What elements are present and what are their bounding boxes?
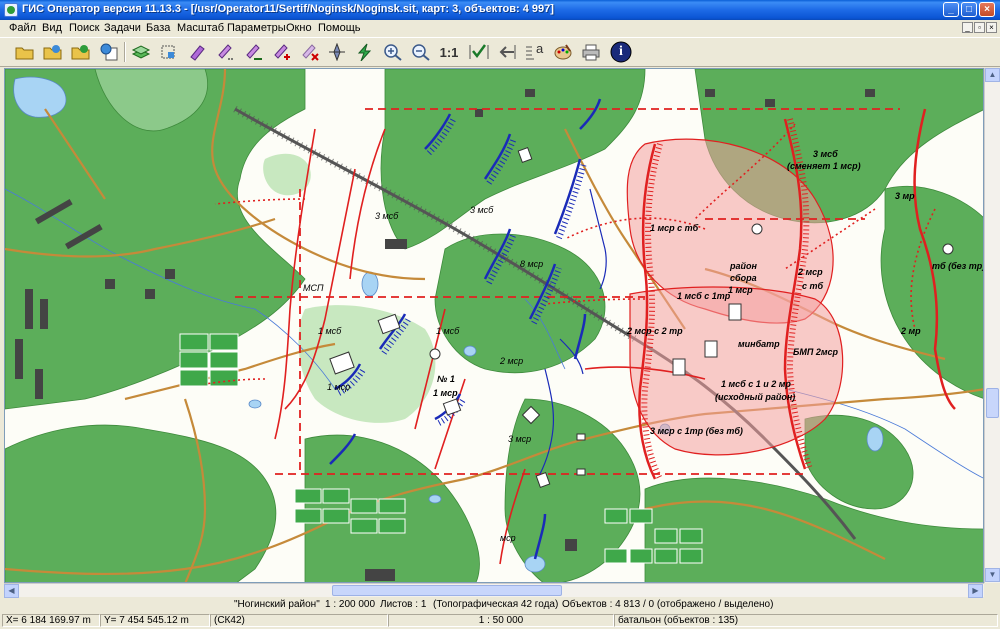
back-arrow-icon[interactable] [496,41,518,63]
menu-window[interactable]: Окно [286,22,312,34]
title-bar[interactable]: ГИС Оператор версия 11.13.3 - [/usr/Oper… [0,0,1000,20]
status-x-coord: X= 6 184 169.97 m [2,614,100,627]
menu-view[interactable]: Вид [42,22,62,34]
info-glyph: i [619,44,623,59]
map-label: район [729,261,757,271]
map-label: 1 мср [433,388,458,398]
map-label: 3 мр [895,191,915,201]
map-label: МСП [303,283,324,293]
map-label: 2 мр [900,326,921,336]
status-objects: Объектов : 4 813 / 0 (отображено / выдел… [562,599,774,610]
layers-icon[interactable] [130,41,152,63]
menu-file[interactable]: Файл [9,22,36,34]
text-tool-button[interactable]: a [524,41,546,63]
open-folder-icon[interactable] [14,41,36,63]
map-label: мср [500,533,516,543]
map-label: тб (без тр) [932,261,984,271]
menu-bar: Файл Вид Поиск Задачи База Масштаб Парам… [0,20,1000,37]
map-label: (исходный район) [715,392,795,402]
map-label: 3 мср с 1тр (без тб) [650,426,743,436]
map-label: 3 мсб [813,149,838,159]
status-scale: 1 : 200 000 [325,599,376,610]
close-button[interactable]: × [979,2,995,17]
scroll-right-arrow-icon[interactable]: ▶ [968,584,983,598]
map-label: минбатр [738,339,780,349]
vertical-scroll-thumb[interactable] [986,388,999,418]
mdi-close-button[interactable]: × [986,22,997,33]
marker-pen-delete-icon[interactable] [298,41,320,63]
map-label: 1 мсб с 1 и 2 мр [721,379,791,389]
marker-pen-line-icon[interactable] [242,41,264,63]
map-label: 2 мср [797,267,823,277]
marker-pen-dots-icon[interactable] [214,41,236,63]
map-label: 3 мср [508,434,531,444]
menu-parameters[interactable]: Параметры [227,22,286,34]
toolbar-separator [124,42,126,62]
map-label: 1 мср [728,285,753,295]
status-region: "Ногинский район" [234,599,320,610]
menu-search[interactable]: Поиск [69,22,99,34]
maximize-button[interactable]: □ [961,2,977,17]
app-logo-icon [4,3,18,17]
map-label: 3 мсб [470,205,494,215]
open-map-icon[interactable] [42,41,64,63]
mdi-restore-button[interactable]: ▫ [974,22,985,33]
text-tool-glyph: a [536,41,544,56]
status-y-coord: Y= 7 454 545.12 m [100,614,210,627]
mdi-minimize-button[interactable]: _ [962,22,973,33]
menu-scale[interactable]: Масштаб [177,22,224,34]
zoom-in-icon[interactable] [382,41,404,63]
map-label: № 1 [437,374,455,384]
map-label: с тб [802,281,824,291]
info-icon[interactable]: i [610,41,632,63]
map-svg[interactable]: 3 мсб 3 мсб 8 мср МСП 1 мсб 1 мсб 2 мср … [5,69,984,583]
lightning-icon[interactable] [354,41,376,63]
globe-document-icon[interactable] [98,41,120,63]
marker-pen-icon[interactable] [186,41,208,63]
status-sheets: Листов : 1 [380,599,427,610]
map-label: 1 мср [327,382,350,392]
map-label: сбора [730,273,757,283]
map-label: 1 мср с тб [650,223,699,233]
status-bar-coords: X= 6 184 169.97 m Y= 7 454 545.12 m (СК4… [0,612,1000,629]
status-bar-info: "Ногинский район" 1 : 200 000 Листов : 1… [0,598,1000,612]
map-label: 2 мср [499,356,523,366]
palette-icon[interactable] [552,41,574,63]
map-label: 1 мсб [318,326,342,336]
check-select-icon[interactable] [468,41,490,63]
scroll-left-arrow-icon[interactable]: ◀ [4,584,19,598]
minimize-button[interactable]: _ [943,2,959,17]
open-data-icon[interactable] [70,41,92,63]
map-label: (сменяет 1 мср) [787,161,861,171]
menu-tasks[interactable]: Задачи [104,22,141,34]
vertical-scrollbar[interactable]: ▲ ▼ [984,68,1000,583]
map-canvas[interactable]: 3 мсб 3 мсб 8 мср МСП 1 мсб 1 мсб 2 мср … [4,68,984,583]
map-label: 3 мсб [375,211,399,221]
marker-pen-add-icon[interactable] [270,41,292,63]
menu-help[interactable]: Помощь [318,22,361,34]
main-toolbar: 1:1 a i [0,37,1000,67]
scale-1-1-button[interactable]: 1:1 [438,41,460,63]
horizontal-scroll-thumb[interactable] [332,585,562,596]
status-coord-system: (СК42) [210,614,388,627]
horizontal-scrollbar[interactable]: ◀ ▶ [4,583,984,598]
compass-icon[interactable] [326,41,348,63]
window-title: ГИС Оператор версия 11.13.3 - [/usr/Oper… [22,3,554,15]
map-label: 2 мср с 2 тр [626,326,683,336]
zoom-out-icon[interactable] [410,41,432,63]
scroll-up-arrow-icon[interactable]: ▲ [985,68,1000,82]
map-label: 1 мсб [436,326,460,336]
status-layer: батальон (объектов : 135) [614,614,998,627]
status-topo: (Топографическая 42 года) [433,599,559,610]
select-object-icon[interactable] [158,41,180,63]
map-label: 8 мср [520,259,543,269]
map-label: 1 мсб с 1тр [677,291,731,301]
map-label: БМП 2мср [793,347,839,357]
status-current-scale: 1 : 50 000 [388,614,614,627]
scroll-down-arrow-icon[interactable]: ▼ [985,568,1000,582]
printer-icon[interactable] [580,41,602,63]
menu-database[interactable]: База [146,22,170,34]
app-window: ГИС Оператор версия 11.13.3 - [/usr/Oper… [0,0,1000,629]
